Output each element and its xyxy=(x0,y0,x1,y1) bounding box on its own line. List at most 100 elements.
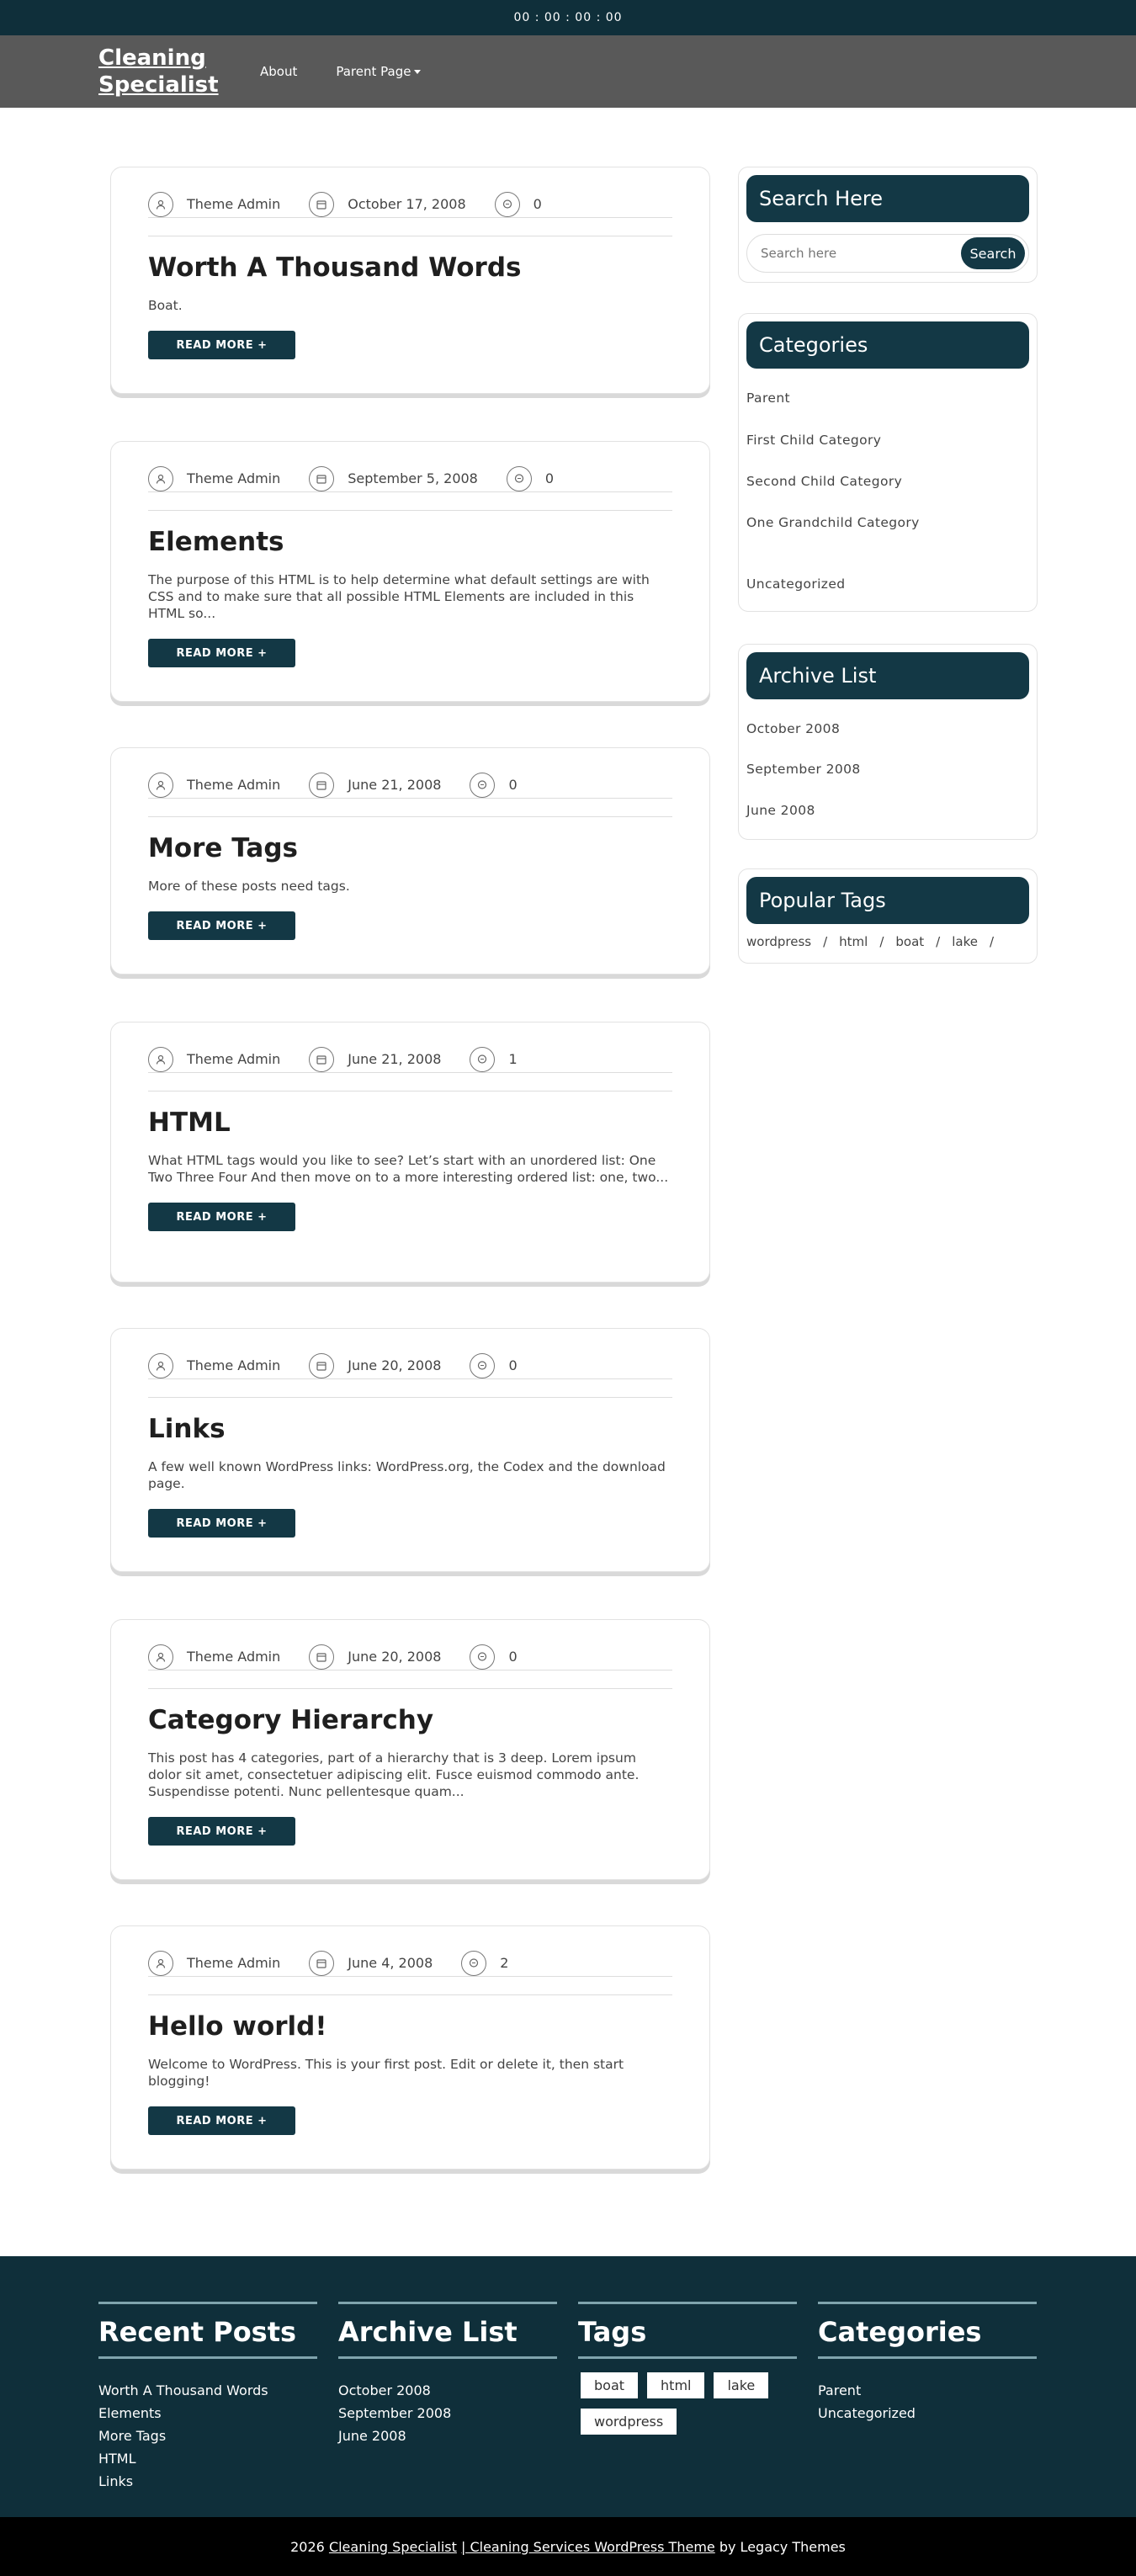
read-more-button[interactable]: READ MORE + xyxy=(148,1203,295,1231)
post-meta: Theme Admin June 21, 2008 1 xyxy=(148,1046,672,1073)
copyright-year: 2026 xyxy=(290,2538,325,2555)
post-title[interactable]: HTML xyxy=(148,1106,672,1139)
search-widget: Search Here Search xyxy=(738,167,1038,283)
footer-heading: Categories xyxy=(818,2316,982,2348)
footer-link[interactable]: Worth A Thousand Words xyxy=(98,2379,317,2402)
footer-link[interactable]: More Tags xyxy=(98,2425,317,2447)
category-link[interactable]: Uncategorized xyxy=(746,576,846,592)
post-author[interactable]: Theme Admin xyxy=(148,772,280,798)
post-date[interactable]: September 5, 2008 xyxy=(309,465,478,491)
post-comments[interactable]: 0 xyxy=(470,772,518,798)
post-date[interactable]: June 4, 2008 xyxy=(309,1950,433,1976)
footer-link[interactable]: Uncategorized xyxy=(818,2402,1037,2425)
post-card: Theme Admin June 4, 2008 2 Hello world! … xyxy=(110,1925,710,2170)
post-card: Theme Admin October 17, 2008 0 Worth A T… xyxy=(110,167,710,394)
archive-link[interactable]: June 2008 xyxy=(746,803,815,818)
post-author[interactable]: Theme Admin xyxy=(148,1950,280,1976)
category-link[interactable]: First Child Category xyxy=(746,433,881,448)
nav-item-parent-page[interactable]: Parent Page xyxy=(336,64,422,79)
tag-separator: / xyxy=(936,934,941,949)
footer-link[interactable]: September 2008 xyxy=(338,2402,557,2425)
post-date[interactable]: June 20, 2008 xyxy=(309,1352,441,1378)
footer-recent-posts: Recent Posts Worth A Thousand Words Elem… xyxy=(98,2302,317,2493)
post-title[interactable]: Hello world! xyxy=(148,2010,672,2043)
post-title[interactable]: Worth A Thousand Words xyxy=(148,251,672,284)
post-comments[interactable]: 0 xyxy=(506,465,554,491)
comment-icon xyxy=(470,1644,496,1670)
post-author[interactable]: Theme Admin xyxy=(148,1046,280,1072)
site-logo[interactable]: Cleaning Specialist xyxy=(98,45,258,98)
nav-item-about[interactable]: About xyxy=(260,64,297,79)
footer-heading: Archive List xyxy=(338,2316,518,2348)
site-header: Cleaning Specialist About Parent Page xyxy=(0,35,1136,108)
read-more-button[interactable]: READ MORE + xyxy=(148,639,295,667)
comment-icon xyxy=(494,191,520,217)
search-input[interactable] xyxy=(761,246,946,261)
post-date[interactable]: June 21, 2008 xyxy=(309,772,441,798)
footer-link[interactable]: Parent xyxy=(818,2379,1037,2402)
footer-link[interactable]: Links xyxy=(98,2470,317,2493)
post-comments[interactable]: 0 xyxy=(494,191,542,217)
footer-tag[interactable]: boat xyxy=(581,2372,639,2398)
tag-link[interactable]: html xyxy=(839,934,868,949)
post-date[interactable]: June 20, 2008 xyxy=(309,1644,441,1670)
comment-icon xyxy=(470,1046,496,1072)
read-more-button[interactable]: READ MORE + xyxy=(148,1817,295,1846)
footer-heading: Recent Posts xyxy=(98,2316,297,2348)
read-more-button[interactable]: READ MORE + xyxy=(148,331,295,359)
footer-tags: Tags boat html lake wordpress xyxy=(578,2302,797,2445)
post-date[interactable]: June 21, 2008 xyxy=(309,1046,441,1072)
footer-tag[interactable]: lake xyxy=(714,2372,769,2398)
post-comments[interactable]: 0 xyxy=(470,1352,518,1378)
calendar-icon xyxy=(309,1644,335,1670)
footer-link[interactable]: June 2008 xyxy=(338,2425,557,2447)
calendar-icon xyxy=(309,1352,335,1378)
post-comments[interactable]: 0 xyxy=(470,1644,518,1670)
post-author[interactable]: Theme Admin xyxy=(148,191,280,217)
footer-tag[interactable]: html xyxy=(647,2372,705,2398)
post-title[interactable]: More Tags xyxy=(148,831,672,865)
category-link[interactable]: One Grandchild Category xyxy=(746,515,920,530)
post-title[interactable]: Links xyxy=(148,1412,672,1446)
tag-link[interactable]: boat xyxy=(895,934,924,949)
site-footer: Recent Posts Worth A Thousand Words Elem… xyxy=(0,2256,1136,2517)
category-link[interactable]: Parent xyxy=(746,390,790,406)
theme-link[interactable]: | Cleaning Services WordPress Theme xyxy=(461,2539,715,2555)
read-more-button[interactable]: READ MORE + xyxy=(148,2106,295,2135)
user-icon xyxy=(148,1046,173,1072)
tag-link[interactable]: lake xyxy=(952,934,978,949)
post-author[interactable]: Theme Admin xyxy=(148,1644,280,1670)
post-title[interactable]: Elements xyxy=(148,525,672,559)
footer-link[interactable]: October 2008 xyxy=(338,2379,557,2402)
comment-icon xyxy=(470,772,496,798)
footer-link[interactable]: Elements xyxy=(98,2402,317,2425)
archive-link[interactable]: October 2008 xyxy=(746,721,840,736)
post-meta: Theme Admin June 20, 2008 0 xyxy=(148,1644,672,1670)
widget-title: Popular Tags xyxy=(746,877,1029,924)
footer-tag[interactable]: wordpress xyxy=(581,2409,677,2435)
footer-link[interactable]: HTML xyxy=(98,2447,317,2470)
post-comments[interactable]: 1 xyxy=(470,1046,518,1072)
read-more-button[interactable]: READ MORE + xyxy=(148,1509,295,1538)
search-button[interactable]: Search xyxy=(961,237,1025,269)
site-link[interactable]: Cleaning Specialist xyxy=(329,2539,457,2555)
post-author[interactable]: Theme Admin xyxy=(148,1352,280,1378)
category-link[interactable]: Second Child Category xyxy=(746,474,902,489)
widget-title: Archive List xyxy=(746,652,1029,699)
post-meta: Theme Admin June 20, 2008 0 xyxy=(148,1352,672,1379)
tag-list: wordpress / html / boat / lake / xyxy=(746,934,1029,949)
tag-separator: / xyxy=(989,934,995,949)
read-more-button[interactable]: READ MORE + xyxy=(148,911,295,940)
search-form: Search xyxy=(746,234,1029,273)
calendar-icon xyxy=(309,1950,335,1976)
post-title[interactable]: Category Hierarchy xyxy=(148,1703,672,1737)
post-meta: Theme Admin June 21, 2008 0 xyxy=(148,772,672,799)
post-date[interactable]: October 17, 2008 xyxy=(309,191,466,217)
tag-link[interactable]: wordpress xyxy=(746,934,811,949)
post-card: Theme Admin June 21, 2008 1 HTML What HT… xyxy=(110,1022,710,1283)
post-author[interactable]: Theme Admin xyxy=(148,465,280,491)
archive-link[interactable]: September 2008 xyxy=(746,762,861,777)
post-comments[interactable]: 2 xyxy=(461,1950,508,1976)
nav-item-label: Parent Page xyxy=(336,64,411,79)
post-card: Theme Admin September 5, 2008 0 Elements… xyxy=(110,441,710,702)
